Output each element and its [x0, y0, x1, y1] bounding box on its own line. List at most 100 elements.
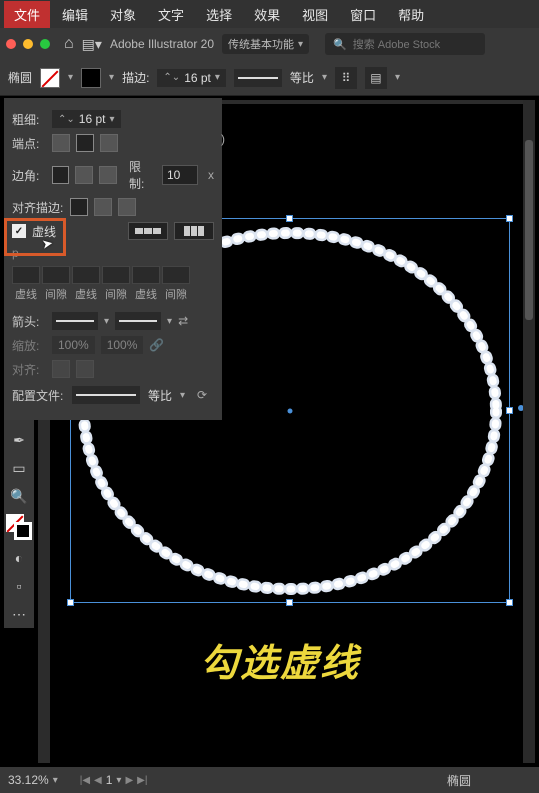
chevron-down-icon[interactable]: ▾	[167, 316, 172, 327]
align-outside-icon[interactable]	[118, 198, 136, 216]
corner-label: 边角:	[12, 167, 46, 184]
stroke-swatch[interactable]	[81, 68, 101, 88]
paintbrush-tool-icon[interactable]: ✒	[4, 426, 34, 454]
cap-projecting-icon[interactable]	[100, 134, 118, 152]
resize-handle[interactable]	[506, 215, 513, 222]
chevron-down-icon[interactable]: ▾	[180, 390, 185, 401]
workspace-switcher[interactable]: 传统基本功能 ▾	[222, 34, 309, 54]
menu-file[interactable]: 文件	[4, 1, 50, 28]
gap-input-1[interactable]	[42, 266, 70, 284]
search-icon: 🔍	[333, 38, 347, 51]
variable-width-profile[interactable]	[234, 69, 282, 87]
cap-round-icon[interactable]	[76, 134, 94, 152]
dash-label: 虚线	[72, 286, 100, 302]
next-artboard-icon[interactable]: ▶	[125, 775, 133, 786]
menu-help[interactable]: 帮助	[388, 1, 434, 28]
dash-align-preserve-icon[interactable]	[128, 222, 168, 240]
scale-value: 100%	[107, 338, 138, 352]
menu-type[interactable]: 文字	[148, 1, 194, 28]
align-stroke-label: 对齐描边:	[12, 199, 64, 216]
minimize-icon[interactable]	[23, 39, 33, 49]
chevron-down-icon[interactable]: ▾	[395, 72, 400, 83]
resize-handle[interactable]	[506, 599, 513, 606]
workspace-label: 传统基本功能	[228, 36, 294, 52]
first-artboard-icon[interactable]: |◀	[80, 775, 90, 786]
close-icon[interactable]	[6, 39, 16, 49]
arrowhead-start[interactable]	[52, 312, 98, 330]
overlay-caption: 勾选虚线	[200, 632, 360, 687]
profile-name: 等比	[148, 387, 172, 404]
resize-handle[interactable]	[286, 599, 293, 606]
dash-input-2[interactable]	[72, 266, 100, 284]
stepper-chev-icon: ⌃⌄	[163, 72, 180, 83]
corner-bevel-icon[interactable]	[99, 166, 117, 184]
dash-align-corners-icon[interactable]	[174, 222, 214, 240]
fill-dropdown-icon[interactable]: ▾	[68, 72, 73, 83]
home-icon[interactable]: ⌂	[64, 35, 74, 53]
resize-handle[interactable]	[67, 599, 74, 606]
opacity-icon[interactable]: ▤	[365, 67, 387, 89]
dash-input-1[interactable]	[12, 266, 40, 284]
menu-edit[interactable]: 编辑	[52, 1, 98, 28]
chevron-down-icon: ▾	[109, 114, 114, 125]
menu-window[interactable]: 窗口	[340, 1, 386, 28]
dash-override-label: p	[12, 246, 19, 260]
artboard-tool-icon[interactable]: ▭	[4, 454, 34, 482]
artboard-number[interactable]: 1	[106, 773, 113, 787]
search-input[interactable]: 🔍 搜索 Adobe Stock	[325, 33, 485, 55]
dashed-line-checkbox[interactable]: ✓	[12, 224, 26, 238]
align-inside-icon[interactable]	[94, 198, 112, 216]
menu-select[interactable]: 选择	[196, 1, 242, 28]
chevron-down-icon[interactable]: ▾	[104, 316, 109, 327]
chevron-down-icon: ▾	[53, 775, 58, 786]
dash-label: 虚线	[12, 286, 40, 302]
gap-label: 间隙	[162, 286, 190, 302]
scale-value: 100%	[58, 338, 89, 352]
selection-status[interactable]: 椭圆	[447, 772, 471, 789]
edit-toolbar-icon[interactable]: ⋯	[4, 600, 34, 628]
corner-miter-icon[interactable]	[52, 166, 70, 184]
stroke-weight-stepper[interactable]: ⌃⌄ 16 pt ▾	[157, 69, 226, 87]
shape-type-label: 椭圆	[8, 69, 32, 86]
search-placeholder: 搜索 Adobe Stock	[353, 36, 440, 52]
swap-arrows-icon[interactable]: ⇄	[178, 314, 188, 328]
fill-stroke-indicator[interactable]	[6, 514, 32, 540]
miter-limit-input[interactable]	[162, 165, 198, 185]
gap-input-3[interactable]	[162, 266, 190, 284]
flip-profile-icon[interactable]: ⟳	[197, 388, 207, 402]
arrowhead-end[interactable]	[115, 312, 161, 330]
last-artboard-icon[interactable]: ▶|	[137, 775, 147, 786]
maximize-icon[interactable]	[40, 39, 50, 49]
scrollbar-thumb[interactable]	[525, 140, 533, 320]
prev-artboard-icon[interactable]: ◀	[94, 775, 102, 786]
align-center-icon[interactable]	[70, 198, 88, 216]
resize-handle[interactable]	[506, 407, 513, 414]
align-arrow-end-icon	[76, 360, 94, 378]
gap-input-2[interactable]	[102, 266, 130, 284]
scrollbar-vertical[interactable]	[523, 100, 535, 763]
stroke-label: 描边:	[122, 69, 149, 86]
stroke-dropdown-icon[interactable]: ▾	[109, 72, 114, 83]
scale-label: 缩放:	[12, 337, 46, 354]
menu-effect[interactable]: 效果	[244, 1, 290, 28]
menu-view[interactable]: 视图	[292, 1, 338, 28]
screen-mode-icon[interactable]: ▫	[4, 572, 34, 600]
dash-input-3[interactable]	[132, 266, 160, 284]
profile-swatch[interactable]	[72, 386, 140, 404]
menu-object[interactable]: 对象	[100, 1, 146, 28]
cap-butt-icon[interactable]	[52, 134, 70, 152]
brush-definition-icon[interactable]: ⠿	[335, 67, 357, 89]
weight-stepper[interactable]: ⌃⌄ 16 pt ▾	[52, 110, 121, 128]
stroke-indicator-icon[interactable]	[14, 522, 32, 540]
chevron-down-icon[interactable]: ▾	[116, 775, 121, 786]
resize-handle[interactable]	[286, 215, 293, 222]
chevron-down-icon[interactable]: ▾	[322, 72, 327, 83]
zoom-level[interactable]: 33.12% ▾	[8, 773, 58, 787]
color-mode-icon[interactable]: ◐	[4, 544, 34, 572]
zoom-tool-icon[interactable]: 🔍	[4, 482, 34, 510]
dash-gap-labels: 虚线 间隙 虚线 间隙 虚线 间隙	[12, 286, 214, 302]
arrange-documents-icon[interactable]: ▤▾	[82, 36, 102, 53]
corner-round-icon[interactable]	[75, 166, 93, 184]
fill-swatch[interactable]	[40, 68, 60, 88]
stepper-chev-icon: ⌃⌄	[58, 114, 75, 125]
